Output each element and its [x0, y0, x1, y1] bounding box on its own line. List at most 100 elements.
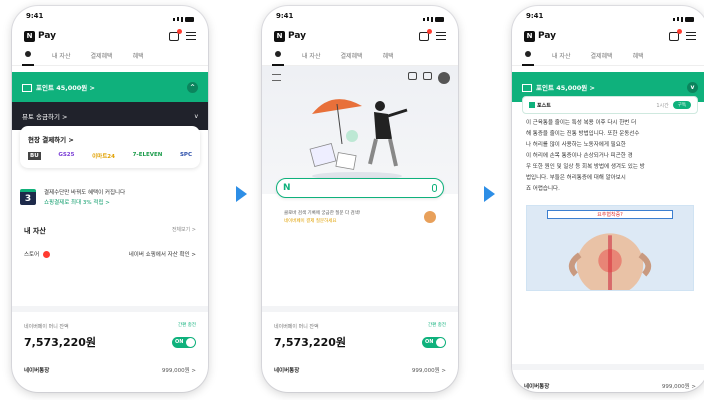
- status-time: 9:41: [526, 12, 544, 20]
- my-assets-title: 내 자산: [24, 227, 46, 235]
- tab-payment-benefits[interactable]: 결제혜택: [590, 51, 612, 60]
- article-line: 우 또한 원인 및 일상 등 회복 방법에 생겨도 있는 방: [526, 164, 645, 170]
- phone-screen-2: 9:41 N Pay 내 자산 결제혜택 혜택 N 클로바 검색 기록에 궁금한…: [262, 6, 458, 392]
- my-assets-header: 내 자산 전체보기 >: [24, 226, 196, 236]
- tab-payment-benefits[interactable]: 결제혜택: [340, 51, 362, 60]
- article-line: 이 허리에 손목 통증이나 손상되거나 피곤한 경: [526, 153, 633, 159]
- points-icon: [22, 84, 32, 92]
- suggestion-line1: 클로바 검색 기록에 궁금한 질문 다 검색!: [284, 211, 361, 216]
- points-text: 포인트 45,000원 >: [36, 84, 95, 92]
- logo-text: Pay: [38, 31, 57, 41]
- chevron-up-icon[interactable]: ^: [187, 81, 198, 93]
- points-card[interactable]: 포인트 45,000원 > ^: [12, 72, 208, 102]
- tab-assets[interactable]: 내 자산: [552, 51, 570, 60]
- naver-logo-icon: N: [524, 30, 535, 42]
- npay-logo[interactable]: N Pay: [524, 30, 557, 42]
- logo-text: Pay: [538, 31, 557, 41]
- store-label: 스토어: [24, 252, 41, 258]
- bank-value[interactable]: 999,000원 >: [662, 382, 696, 390]
- avatar[interactable]: [438, 72, 450, 84]
- menu-icon[interactable]: [686, 32, 696, 40]
- menu-icon[interactable]: [186, 32, 196, 40]
- article-image-back-pain[interactable]: 요추협착증?: [526, 205, 694, 291]
- bank-label: 네이버통장: [24, 368, 50, 374]
- clova-hero: [262, 66, 458, 194]
- tab-bar: 내 자산 결제혜택 혜택: [262, 46, 458, 66]
- npay-logo[interactable]: N Pay: [274, 30, 307, 42]
- signal-icon: [423, 12, 444, 26]
- promo-banner[interactable]: 3 결제수단만 바꿔도 혜택이 커집니다 쇼핑결제로 최대 3% 적립 >: [20, 180, 200, 214]
- store-row[interactable]: 스토어 네이버 쇼핑에서 자산 확인 >: [24, 250, 196, 258]
- chevron-down-icon[interactable]: v: [687, 81, 698, 93]
- mail-icon[interactable]: [408, 72, 417, 80]
- phone-screen-1: 9:41 N Pay 내 자산 결제혜택 혜택 포인트 45,000원 > ^ …: [12, 6, 208, 392]
- hamburger-icon[interactable]: [272, 74, 281, 81]
- tab-payment-benefits[interactable]: 결제혜택: [90, 51, 112, 60]
- naver-logo-icon: N: [24, 30, 35, 42]
- charge-toggle[interactable]: ON: [172, 336, 196, 348]
- tab-benefits[interactable]: 혜택: [633, 51, 644, 60]
- cart-icon[interactable]: [419, 28, 432, 41]
- cart-icon[interactable]: [669, 28, 682, 41]
- balance-amount: 7,573,220원: [274, 336, 347, 349]
- subscribe-button[interactable]: 구독: [672, 101, 691, 109]
- brand-spc: SPC: [179, 152, 192, 158]
- view-all-link[interactable]: 전체보기 >: [172, 226, 196, 236]
- top-bar: N Pay: [512, 26, 704, 46]
- promo-line1: 결제수단만 바꿔도 혜택이 커집니다: [44, 190, 126, 196]
- status-bar: 9:41: [262, 6, 458, 26]
- tab-assets[interactable]: 내 자산: [52, 51, 70, 60]
- top-bar: N Pay: [262, 26, 458, 46]
- tab-bar: 내 자산 결제혜택 혜택: [512, 46, 704, 66]
- article-source: 포스트: [537, 102, 551, 109]
- toggle-caption: 간편 충전: [428, 323, 446, 328]
- asset-block: 네이버페이 머니 잔액 간편 충전 7,573,220원 ON 네이버통장 99…: [262, 306, 458, 392]
- tab-benefits[interactable]: 혜택: [383, 51, 394, 60]
- naver-logo-icon: N: [274, 30, 285, 42]
- bell-icon[interactable]: [423, 72, 432, 80]
- toggle-caption: 간편 충전: [178, 323, 196, 328]
- balance-label: 네이버페이 머니 잔액: [24, 324, 69, 330]
- chevron-down-icon[interactable]: v: [194, 113, 198, 120]
- character-avatar: [424, 211, 436, 223]
- article-header-card[interactable]: 포스트 1시간 구독: [522, 96, 698, 114]
- store-value: 네이버 쇼핑에서 자산 확인 >: [128, 252, 196, 258]
- onsite-pay-card[interactable]: 현장 결제하기 > BU GS25 이마트24 7-ELEVEN SPC: [20, 126, 200, 168]
- tab-home-icon[interactable]: [272, 50, 284, 66]
- status-time: 9:41: [26, 12, 44, 20]
- brand-bu: BU: [28, 152, 41, 160]
- search-suggestion[interactable]: 클로바 검색 기록에 궁금한 질문 다 검색! 네이버페이 결제 질문하세요: [284, 210, 436, 224]
- menu-icon[interactable]: [436, 32, 446, 40]
- status-time: 9:41: [276, 12, 294, 20]
- bank-value[interactable]: 999,000원 >: [412, 366, 446, 374]
- microphone-icon[interactable]: [432, 184, 437, 192]
- bank-value[interactable]: 999,000원 >: [162, 366, 196, 374]
- arrow-right-icon: [484, 186, 495, 202]
- tab-home-icon[interactable]: [22, 50, 34, 66]
- status-bar: 9:41: [512, 6, 704, 26]
- points-text: 포인트 45,000원 >: [536, 84, 595, 92]
- brand-gs25: GS25: [58, 152, 75, 158]
- search-bar[interactable]: N: [276, 178, 444, 198]
- phone-screen-3: 9:41 N Pay 내 자산 결제혜택 혜택 포인트 45,000원 > v …: [512, 6, 704, 392]
- promo-line2: 쇼핑결제로 최대 3% 적립 >: [44, 200, 110, 206]
- bank-label: 네이버통장: [524, 384, 550, 390]
- article-line: 이 근육통을 줄이는 특성 복용 이후 다시 한번 더: [526, 120, 637, 126]
- tab-assets[interactable]: 내 자산: [302, 51, 320, 60]
- back-pain-illustration: [568, 233, 652, 290]
- article-line: 법입니다. 부들은 허리통증에 대해 알아보시: [526, 175, 626, 181]
- points-icon: [522, 84, 532, 92]
- tab-benefits[interactable]: 혜택: [133, 51, 144, 60]
- npay-logo[interactable]: N Pay: [24, 30, 57, 42]
- status-bar: 9:41: [12, 6, 208, 26]
- bank-label: 네이버통장: [274, 368, 300, 374]
- tab-home-icon[interactable]: [522, 50, 534, 66]
- illustration-person-with-umbrella: [309, 99, 408, 180]
- charge-toggle[interactable]: ON: [422, 336, 446, 348]
- naver-search-icon: N: [283, 183, 291, 193]
- post-icon: [529, 102, 535, 108]
- cart-icon[interactable]: [169, 28, 182, 41]
- article-body: 이 근육통을 줄이는 특성 복용 이후 다시 한번 더 해 통증을 줄이는 진통…: [512, 118, 704, 195]
- logo-text: Pay: [288, 31, 307, 41]
- asset-block: 네이버통장 999,000원 >: [512, 364, 704, 392]
